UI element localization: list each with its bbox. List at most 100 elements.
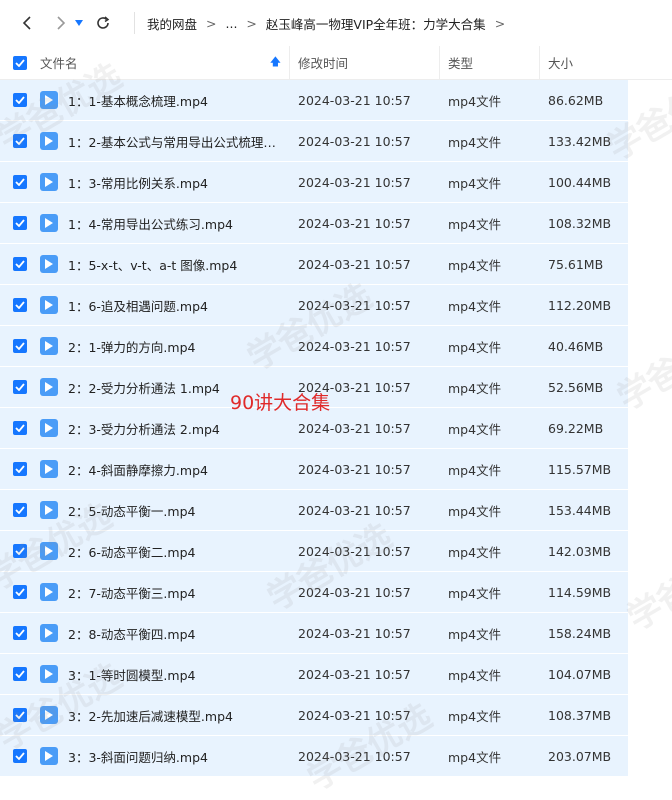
row-checkbox[interactable] — [0, 298, 40, 312]
file-size: 104.07MB — [548, 666, 612, 682]
row-checkbox[interactable] — [0, 503, 40, 517]
checkbox-checked-icon — [13, 175, 27, 189]
row-checkbox[interactable] — [0, 257, 40, 271]
row-checkbox[interactable] — [0, 626, 40, 640]
file-name-cell[interactable]: 3：2-先加速后减速模型.mp4 — [40, 706, 290, 725]
file-type: mp4文件 — [448, 462, 502, 478]
table-row[interactable]: 2：7-动态平衡三.mp4 2024-03-21 10:57 mp4文件 114… — [0, 572, 628, 613]
chevron-right-icon — [57, 16, 66, 30]
breadcrumb-ellipsis[interactable]: ... — [226, 16, 238, 31]
file-size: 115.57MB — [548, 461, 612, 477]
table-row[interactable]: 2：4-斜面静摩擦力.mp4 2024-03-21 10:57 mp4文件 11… — [0, 449, 628, 490]
table-row[interactable]: 2：8-动态平衡四.mp4 2024-03-21 10:57 mp4文件 158… — [0, 613, 628, 654]
refresh-button[interactable] — [92, 12, 114, 34]
file-date: 2024-03-21 10:57 — [298, 666, 411, 682]
video-file-icon — [40, 173, 58, 191]
file-date: 2024-03-21 10:57 — [298, 502, 411, 518]
file-name-cell[interactable]: 1：5-x-t、v-t、a-t 图像.mp4 — [40, 255, 290, 274]
file-date: 2024-03-21 10:57 — [298, 92, 411, 108]
row-checkbox[interactable] — [0, 462, 40, 476]
file-name: 2：2-受力分析通法 1.mp4 — [68, 380, 220, 396]
checkbox-checked-icon — [13, 544, 27, 558]
file-name-cell[interactable]: 2：1-弹力的方向.mp4 — [40, 337, 290, 356]
row-checkbox[interactable] — [0, 544, 40, 558]
select-all-checkbox[interactable] — [0, 55, 40, 70]
table-row[interactable]: 1：5-x-t、v-t、a-t 图像.mp4 2024-03-21 10:57 … — [0, 244, 628, 285]
file-name-cell[interactable]: 3：3-斜面问题归纳.mp4 — [40, 747, 290, 766]
column-header-size[interactable]: 大小 — [540, 46, 630, 79]
table-row[interactable]: 1：3-常用比例关系.mp4 2024-03-21 10:57 mp4文件 10… — [0, 162, 628, 203]
video-file-icon — [40, 501, 58, 519]
file-date: 2024-03-21 10:57 — [298, 584, 411, 600]
file-name-cell[interactable]: 2：3-受力分析通法 2.mp4 — [40, 419, 290, 438]
breadcrumb-root[interactable]: 我的网盘 — [147, 14, 197, 33]
video-file-icon — [40, 296, 58, 314]
history-dropdown[interactable] — [72, 12, 86, 34]
file-type: mp4文件 — [448, 93, 502, 109]
checkbox-checked-icon — [13, 298, 27, 312]
file-name-cell[interactable]: 1：6-追及相遇问题.mp4 — [40, 296, 290, 315]
file-name: 3：3-斜面问题归纳.mp4 — [68, 749, 208, 765]
video-file-icon — [40, 460, 58, 478]
file-type: mp4文件 — [448, 749, 502, 765]
video-file-icon — [40, 583, 58, 601]
column-header-type[interactable]: 类型 — [440, 46, 540, 79]
file-type: mp4文件 — [448, 257, 502, 273]
row-checkbox[interactable] — [0, 667, 40, 681]
file-name: 2：8-动态平衡四.mp4 — [68, 626, 196, 642]
table-row[interactable]: 3：3-斜面问题归纳.mp4 2024-03-21 10:57 mp4文件 20… — [0, 736, 628, 777]
video-file-icon — [40, 706, 58, 724]
file-type: mp4文件 — [448, 175, 502, 191]
row-checkbox[interactable] — [0, 585, 40, 599]
checkbox-checked-icon — [13, 503, 27, 517]
breadcrumb-current[interactable]: 赵玉峰高一物理VIP全年班：力学大合集 — [266, 14, 486, 33]
file-date: 2024-03-21 10:57 — [298, 707, 411, 723]
file-size: 69.22MB — [548, 420, 604, 436]
file-name: 2：3-受力分析通法 2.mp4 — [68, 421, 220, 437]
column-header-type-label: 类型 — [448, 56, 474, 71]
row-checkbox[interactable] — [0, 93, 40, 107]
column-header-date[interactable]: 修改时间 — [290, 46, 440, 79]
file-name: 2：1-弹力的方向.mp4 — [68, 339, 196, 355]
file-name-cell[interactable]: 1：2-基本公式与常用导出公式梳理.... — [40, 132, 290, 151]
file-name-cell[interactable]: 2：6-动态平衡二.mp4 — [40, 542, 290, 561]
row-checkbox[interactable] — [0, 134, 40, 148]
file-name-cell[interactable]: 1：4-常用导出公式练习.mp4 — [40, 214, 290, 233]
row-checkbox[interactable] — [0, 216, 40, 230]
table-row[interactable]: 2：6-动态平衡二.mp4 2024-03-21 10:57 mp4文件 142… — [0, 531, 628, 572]
file-name: 1：3-常用比例关系.mp4 — [68, 175, 208, 191]
table-row[interactable]: 1：4-常用导出公式练习.mp4 2024-03-21 10:57 mp4文件 … — [0, 203, 628, 244]
file-name-cell[interactable]: 1：1-基本概念梳理.mp4 — [40, 91, 290, 110]
file-name-cell[interactable]: 2：7-动态平衡三.mp4 — [40, 583, 290, 602]
forward-button[interactable] — [50, 12, 72, 34]
file-name-cell[interactable]: 1：3-常用比例关系.mp4 — [40, 173, 290, 192]
table-row[interactable]: 1：6-追及相遇问题.mp4 2024-03-21 10:57 mp4文件 11… — [0, 285, 628, 326]
file-name-cell[interactable]: 2：8-动态平衡四.mp4 — [40, 624, 290, 643]
back-button[interactable] — [16, 12, 38, 34]
table-row[interactable]: 2：1-弹力的方向.mp4 2024-03-21 10:57 mp4文件 40.… — [0, 326, 628, 367]
column-header-name[interactable]: 文件名 🡅 — [40, 46, 290, 79]
row-checkbox[interactable] — [0, 708, 40, 722]
video-file-icon — [40, 665, 58, 683]
video-file-icon — [40, 378, 58, 396]
table-row[interactable]: 3：1-等时圆模型.mp4 2024-03-21 10:57 mp4文件 104… — [0, 654, 628, 695]
sort-ascending-icon: 🡅 — [269, 55, 281, 68]
row-checkbox[interactable] — [0, 175, 40, 189]
checkbox-checked-icon — [13, 134, 27, 148]
row-checkbox[interactable] — [0, 339, 40, 353]
video-file-icon — [40, 542, 58, 560]
file-name-cell[interactable]: 2：4-斜面静摩擦力.mp4 — [40, 460, 290, 479]
table-row[interactable]: 2：5-动态平衡一.mp4 2024-03-21 10:57 mp4文件 153… — [0, 490, 628, 531]
row-checkbox[interactable] — [0, 421, 40, 435]
overlay-caption: 90讲大合集 — [230, 392, 331, 414]
file-name-cell[interactable]: 2：5-动态平衡一.mp4 — [40, 501, 290, 520]
row-checkbox[interactable] — [0, 380, 40, 394]
table-row[interactable]: 3：2-先加速后减速模型.mp4 2024-03-21 10:57 mp4文件 … — [0, 695, 628, 736]
file-type: mp4文件 — [448, 421, 502, 437]
file-name-cell[interactable]: 3：1-等时圆模型.mp4 — [40, 665, 290, 684]
file-date: 2024-03-21 10:57 — [298, 338, 411, 354]
file-size: 112.20MB — [548, 297, 612, 313]
row-checkbox[interactable] — [0, 749, 40, 763]
table-row[interactable]: 1：2-基本公式与常用导出公式梳理.... 2024-03-21 10:57 m… — [0, 121, 628, 162]
table-row[interactable]: 1：1-基本概念梳理.mp4 2024-03-21 10:57 mp4文件 86… — [0, 80, 628, 121]
